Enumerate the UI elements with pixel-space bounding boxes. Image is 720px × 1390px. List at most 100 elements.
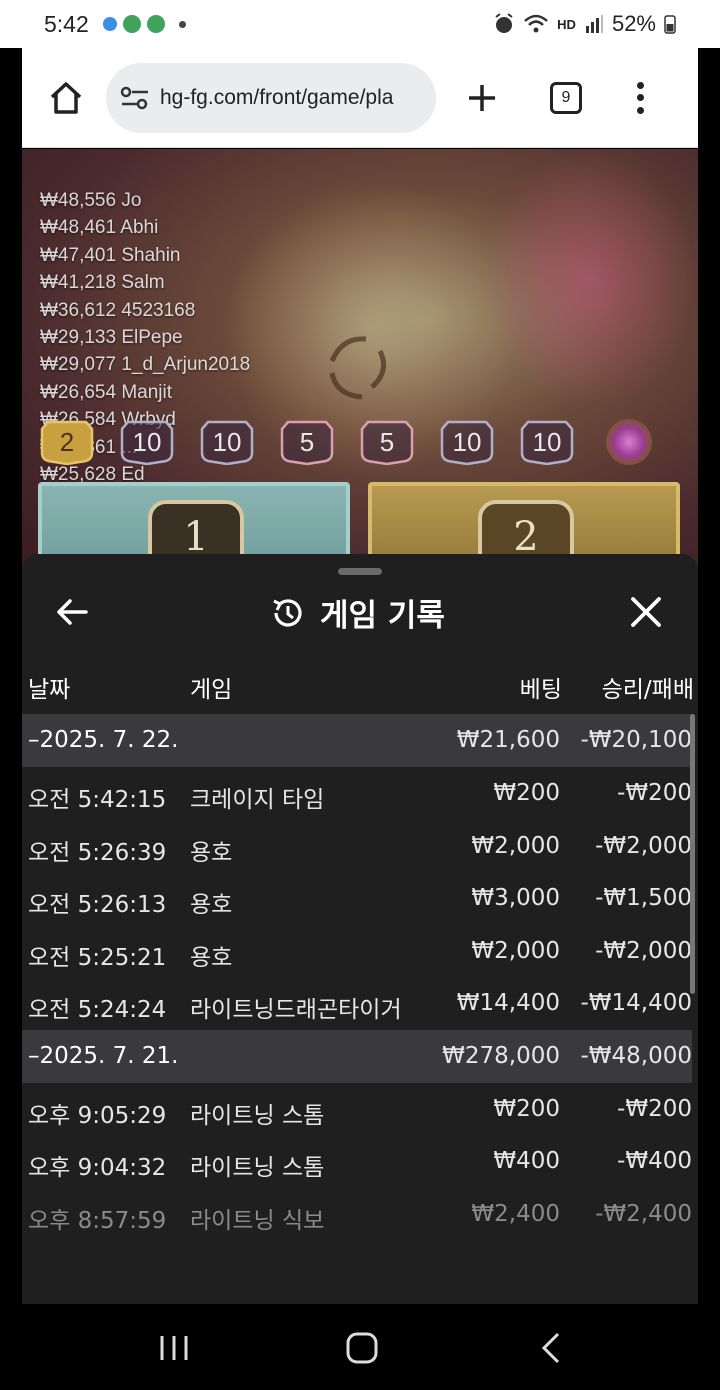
system-nav-bar bbox=[0, 1304, 720, 1390]
row-game: 라이트닝 스톰 bbox=[190, 1102, 325, 1129]
menu-dot bbox=[636, 81, 644, 89]
tab-switcher-button[interactable]: 9 bbox=[550, 81, 582, 114]
row-bet: ₩2,400 bbox=[471, 1200, 560, 1227]
group-bet-total: ₩278,000 bbox=[442, 1042, 560, 1069]
row-time: 오전 5:26:13 bbox=[28, 892, 167, 918]
close-icon[interactable] bbox=[628, 594, 664, 630]
recent-apps-icon[interactable] bbox=[154, 1330, 194, 1366]
chip-value: 10 bbox=[452, 426, 482, 457]
row-game: 용호 bbox=[190, 944, 233, 971]
chip-5[interactable]: 10 bbox=[440, 419, 494, 465]
chip-1[interactable]: 10 bbox=[120, 419, 174, 465]
more-notifications-icon bbox=[178, 20, 186, 28]
history-row[interactable]: 오전 5:24:24 라이트닝드래곤타이거 ₩14,400 -₩14,400 bbox=[22, 977, 692, 1030]
game-history-sheet: 게임 기록 날짜 게임 베팅 승리/패배 –2025. 7. 22. ₩21,60… bbox=[22, 554, 698, 1304]
sheet-title: 게임 기록 bbox=[270, 590, 445, 635]
status-time: 5:42 bbox=[44, 10, 89, 37]
column-date: 날짜 bbox=[28, 677, 71, 703]
sheet-header: 게임 기록 bbox=[22, 582, 698, 642]
column-game: 게임 bbox=[190, 677, 233, 703]
history-row[interactable]: 오전 5:42:15 크레이지 타임 ₩200 -₩200 bbox=[22, 767, 692, 820]
loading-spinner-icon bbox=[329, 336, 387, 400]
row-bet: ₩3,000 bbox=[471, 885, 560, 911]
history-row[interactable]: 오후 8:57:59 라이트닝 식보 ₩2,400 -₩2,400 bbox=[22, 1188, 692, 1241]
row-win-loss: -₩14,400 bbox=[580, 990, 692, 1016]
chip-6[interactable]: 10 bbox=[520, 419, 574, 465]
history-icon bbox=[273, 598, 302, 626]
history-row[interactable]: 오후 9:04:32 라이트닝 스톰 ₩400 -₩400 bbox=[22, 1135, 692, 1188]
table-header: 날짜 게임 베팅 승리/패배 bbox=[22, 666, 698, 706]
row-time: 오후 9:04:32 bbox=[28, 1155, 167, 1181]
home-icon bbox=[50, 81, 82, 114]
row-game: 라이트닝 식보 bbox=[190, 1207, 325, 1234]
chip-value: 10 bbox=[532, 426, 562, 457]
gear-notification-icon bbox=[102, 17, 117, 31]
leaderboard-row: ₩47,401 Shahin bbox=[40, 244, 181, 266]
network-type: HD bbox=[557, 16, 576, 32]
row-game: 용호 bbox=[190, 839, 233, 866]
home-button[interactable] bbox=[36, 68, 96, 128]
column-bet: 베팅 bbox=[519, 677, 562, 703]
alarm-icon bbox=[495, 13, 513, 33]
new-tab-button[interactable] bbox=[460, 76, 504, 120]
home-nav-icon[interactable] bbox=[342, 1330, 382, 1366]
chip-4[interactable]: 5 bbox=[360, 419, 414, 465]
row-win-loss: -₩200 bbox=[617, 1095, 692, 1122]
bonus-chip-icon[interactable] bbox=[606, 419, 652, 465]
leaderboard-row: ₩48,556 Jo bbox=[40, 190, 142, 211]
row-game: 라이트닝드래곤타이거 bbox=[190, 997, 402, 1023]
leaderboard-row: ₩36,612 4523168 bbox=[40, 299, 196, 321]
wifi-icon bbox=[524, 14, 549, 33]
date-group-row[interactable]: –2025. 7. 21. ₩278,000 -₩48,000 bbox=[22, 1029, 692, 1083]
chip-0[interactable]: 2 bbox=[40, 419, 94, 465]
app-notification-icon-2 bbox=[146, 15, 165, 33]
row-win-loss: -₩2,000 bbox=[595, 937, 692, 964]
site-settings-icon[interactable] bbox=[120, 85, 150, 111]
row-bet: ₩14,400 bbox=[456, 990, 560, 1016]
row-game: 크레이지 타임 bbox=[190, 787, 325, 813]
chip-value: 2 bbox=[59, 426, 75, 457]
leaderboard-row: ₩26,654 Manjit bbox=[40, 381, 173, 403]
group-date: –2025. 7. 21. bbox=[28, 1042, 179, 1069]
row-time: 오전 5:25:21 bbox=[28, 944, 167, 971]
app-notification-icon bbox=[122, 15, 141, 33]
leaderboard-row: ₩48,461 Abhi bbox=[40, 217, 159, 239]
row-win-loss: -₩2,400 bbox=[595, 1200, 692, 1227]
sheet-drag-handle[interactable] bbox=[338, 568, 382, 575]
chip-2[interactable]: 10 bbox=[200, 419, 254, 465]
chip-value: 10 bbox=[212, 426, 242, 457]
history-row[interactable]: 오후 9:05:29 라이트닝 스톰 ₩200 -₩200 bbox=[22, 1083, 692, 1136]
leaderboard-row: ₩29,133 ElPepe bbox=[40, 327, 183, 349]
url-text: hg-fg.com/front/game/pla bbox=[160, 85, 394, 109]
group-win-total: -₩20,100 bbox=[580, 727, 692, 753]
history-row[interactable]: 오전 5:26:39 용호 ₩2,000 -₩2,000 bbox=[22, 820, 692, 873]
chip-value: 5 bbox=[379, 426, 395, 457]
row-game: 용호 bbox=[190, 892, 233, 918]
row-bet: ₩2,000 bbox=[471, 937, 560, 964]
row-bet: ₩400 bbox=[493, 1148, 560, 1174]
chip-3[interactable]: 5 bbox=[280, 419, 334, 465]
status-bar: 5:42 HD 52% bbox=[0, 0, 720, 48]
group-win-total: -₩48,000 bbox=[580, 1042, 692, 1069]
background-glow bbox=[482, 149, 698, 409]
menu-dot bbox=[636, 94, 644, 101]
row-win-loss: -₩400 bbox=[617, 1148, 692, 1174]
date-group-row[interactable]: –2025. 7. 22. ₩21,600 -₩20,100 bbox=[22, 714, 692, 767]
back-arrow-icon[interactable] bbox=[54, 594, 90, 630]
battery-icon bbox=[664, 15, 676, 34]
status-right: HD 52% bbox=[493, 11, 676, 37]
battery-percent: 52% bbox=[611, 11, 656, 36]
signal-icon bbox=[585, 15, 603, 33]
back-nav-icon[interactable] bbox=[534, 1330, 574, 1366]
address-bar[interactable]: hg-fg.com/front/game/pla bbox=[106, 62, 436, 133]
chip-selector: 2 10 10 5 5 10 10 bbox=[40, 419, 680, 467]
leaderboard-row: ₩29,077 1_d_Arjun2018 bbox=[40, 354, 251, 376]
chip-value: 5 bbox=[299, 426, 315, 457]
history-row[interactable]: 오전 5:25:21 용호 ₩2,000 -₩2,000 bbox=[22, 925, 692, 978]
row-win-loss: -₩200 bbox=[617, 780, 692, 806]
scrollbar[interactable] bbox=[690, 714, 695, 994]
history-row[interactable]: 오전 5:26:13 용호 ₩3,000 -₩1,500 bbox=[22, 872, 692, 925]
row-time: 오후 8:57:59 bbox=[28, 1207, 167, 1234]
more-menu-button[interactable] bbox=[634, 81, 646, 114]
plus-icon bbox=[469, 84, 495, 111]
